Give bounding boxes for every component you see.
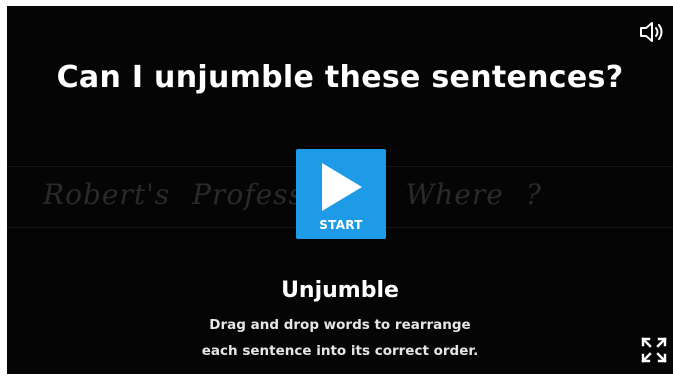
start-button[interactable]: START — [296, 149, 386, 239]
sound-toggle-button[interactable] — [639, 20, 667, 44]
background-word: Where — [405, 178, 504, 211]
game-description-line-2: each sentence into its correct order. — [201, 343, 479, 359]
start-button-label: START — [319, 218, 363, 232]
background-word: ? — [525, 178, 542, 211]
play-icon — [322, 163, 362, 211]
background-word: Robert's — [43, 178, 171, 211]
activity-stage: Robert'sProfessorisWhere? Can I unjumble… — [7, 6, 673, 374]
game-description-line-1: Drag and drop words to rearrange — [209, 317, 471, 333]
activity-title: Can I unjumble these sentences? — [56, 60, 624, 95]
fullscreen-button[interactable] — [640, 336, 668, 364]
game-type-name: Unjumble — [281, 278, 399, 303]
speaker-icon — [640, 22, 663, 42]
fullscreen-icon — [641, 337, 667, 363]
